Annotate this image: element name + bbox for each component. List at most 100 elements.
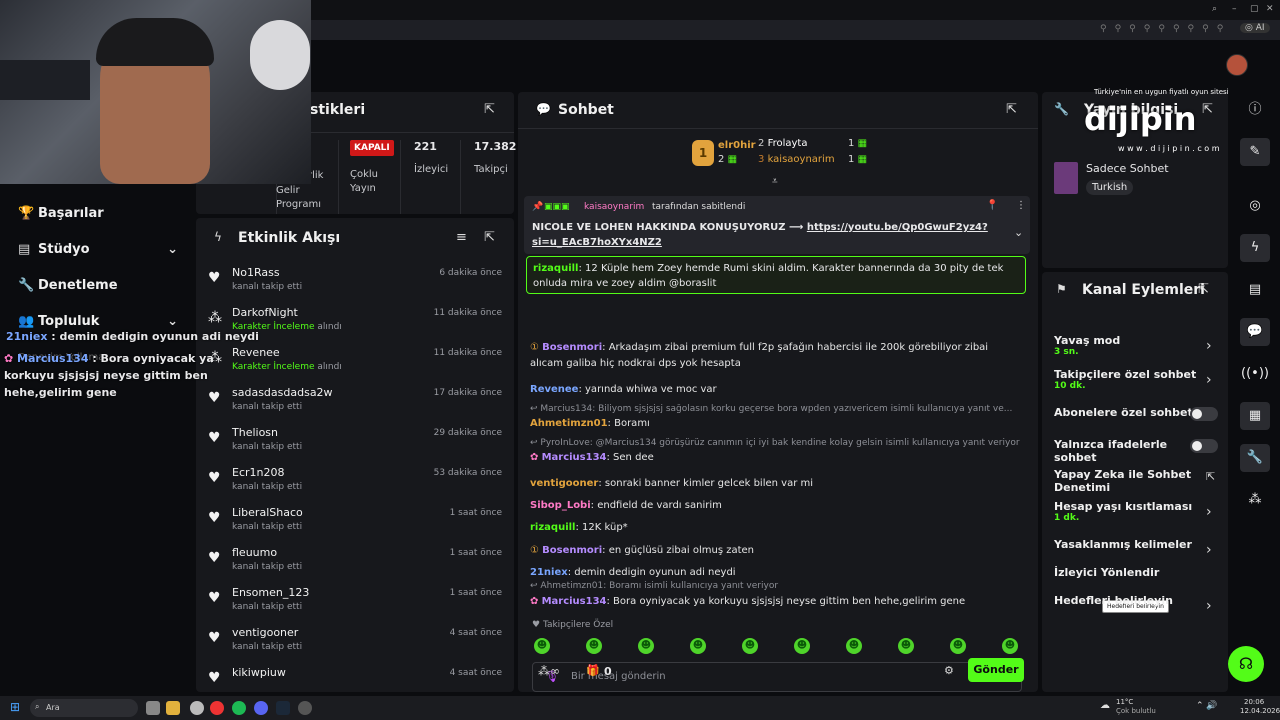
activity-row[interactable]: ♥ sadasdasdadsa2w kanalı takip etti 17 daki… (196, 382, 514, 422)
emote-icon[interactable]: ☻ (742, 638, 758, 654)
activity-user[interactable]: Theliosn (232, 426, 278, 439)
layout-icon[interactable]: ▦ (1240, 402, 1270, 430)
activity-user[interactable]: kikiwpiuw (232, 666, 286, 679)
popout-icon[interactable]: ⇱ (484, 102, 495, 117)
broadcast-icon[interactable]: ((•)) (1240, 360, 1270, 388)
chat-message[interactable]: 21niex: demin dedigin oyunun adi neydi (530, 565, 1020, 581)
chat-message[interactable]: ventigooner: sonraki banner kimler gelce… (530, 476, 1020, 492)
gift-box-icon[interactable]: 🎁 (586, 664, 600, 677)
info-icon[interactable]: ⓘ (1240, 96, 1270, 124)
steam-icon[interactable] (276, 701, 290, 715)
nav-item-achievements[interactable]: 🏆 Başarılar (18, 206, 178, 221)
emote-icon[interactable]: ☻ (690, 638, 706, 654)
target-icon[interactable]: ◎ (1240, 192, 1270, 220)
activity-row[interactable]: ♥ kikiwpiuw 4 saat önce (196, 662, 514, 692)
ai-button[interactable]: ◎ AI (1240, 23, 1270, 33)
community-icon[interactable]: ⁂ (1240, 486, 1270, 514)
extension-icons[interactable]: ⚲⚲⚲⚲⚲⚲⚲⚲⚲ (1100, 24, 1231, 34)
chevron-right-icon[interactable]: › (1206, 542, 1212, 558)
chat-message[interactable]: ✿ Marcius134: Sen dee (530, 450, 1020, 466)
nav-item-community[interactable]: 👥 Topluluk ⌄ (18, 314, 178, 329)
close-icon[interactable]: ✕ (1266, 4, 1274, 14)
restore-icon[interactable]: ▢ (1250, 4, 1259, 14)
emote-icon[interactable]: ☻ (586, 638, 602, 654)
activity-user[interactable]: Ensomen_123 (232, 586, 309, 599)
nav-item-moderation[interactable]: 🔧 Denetleme (18, 278, 178, 293)
taskbar-search[interactable]: ⌕ Ara (30, 699, 138, 717)
edit-icon[interactable]: ✎ (1240, 138, 1270, 166)
channel-action-row[interactable]: İzleyici Yönlendir (1054, 566, 1218, 579)
leader-name[interactable]: elr0hir (718, 140, 756, 151)
activity-row[interactable]: ♥ Theliosn kanalı takip etti 29 dakika önce (196, 422, 514, 462)
category-name[interactable]: Sadece Sohbet (1086, 162, 1169, 175)
activity-user[interactable]: sadasdasdadsa2w (232, 386, 333, 399)
chat-message[interactable]: Revenee: yarında whiwa ve moc var (530, 382, 1020, 398)
activity-row[interactable]: ♥ No1Rass kanalı takip etti 6 dakika önce (196, 262, 514, 302)
popout-icon[interactable]: ⇱ (484, 230, 495, 245)
lightning-icon[interactable]: ϟ (1240, 234, 1270, 262)
chat-message[interactable]: ✿ Marcius134: Bora oyniyacak ya korkuyu … (530, 594, 1020, 610)
activity-user[interactable]: DarkofNight (232, 306, 298, 319)
emote-icon[interactable]: ☻ (534, 638, 550, 654)
highlighted-message[interactable]: rizaquill: 12 Küple hem Zoey hemde Rumi … (526, 256, 1026, 294)
minimize-icon[interactable]: – (1232, 4, 1237, 14)
opera-icon[interactable] (210, 701, 224, 715)
activity-row[interactable]: ♥ Ecr1n208 kanalı takip etti 53 dakika önce (196, 462, 514, 502)
send-button[interactable]: Gönder (968, 658, 1024, 682)
windows-start-icon[interactable]: ⊞ (10, 700, 20, 714)
popout-icon[interactable]: ⇱ (1006, 102, 1017, 117)
filter-icon[interactable]: ≡ (456, 230, 467, 245)
reply-context[interactable]: ↩ Marcius134: Biliyom sjsjsjsj sağolasın… (530, 404, 1020, 414)
chevron-right-icon[interactable]: › (1206, 338, 1212, 354)
support-button[interactable]: ☊ (1228, 646, 1264, 682)
unpin-icon[interactable]: 📍 (986, 200, 998, 211)
settings-icon[interactable] (190, 701, 204, 715)
emote-icon[interactable]: ☻ (794, 638, 810, 654)
chat-message[interactable]: rizaquill: 12K küp* (530, 520, 1020, 536)
reply-context[interactable]: ↩ PyroInLove: @Marcius134 görüşürüz canı… (530, 438, 1020, 448)
chat-icon[interactable]: 💬 (1240, 318, 1270, 346)
emote-icon[interactable]: ☻ (1002, 638, 1018, 654)
task-view-icon[interactable] (146, 701, 160, 715)
chevron-right-icon[interactable]: › (1206, 504, 1212, 520)
toggle-switch[interactable] (1190, 439, 1218, 453)
settings-icon[interactable]: ⚙ (944, 664, 954, 677)
activity-row[interactable]: ♥ ventigooner kanalı takip etti 4 saat önce (196, 622, 514, 662)
activity-user[interactable]: fleuumo (232, 546, 277, 559)
activity-row[interactable]: ⁂ Revenee Karakter İnceleme alındı 11 dakik… (196, 342, 514, 382)
discord-icon[interactable] (254, 701, 268, 715)
channel-action-row[interactable]: Yapay Zeka ile Sohbet Denetimi (1054, 468, 1218, 494)
more-icon[interactable]: ⋮ (1016, 200, 1026, 211)
activity-row[interactable]: ♥ fleuumo kanalı takip etti 1 saat önce (196, 542, 514, 582)
emote-icon[interactable]: ☻ (846, 638, 862, 654)
activity-row[interactable]: ♥ LiberalShaco kanalı takip etti 1 saat önc… (196, 502, 514, 542)
activity-user[interactable]: ventigooner (232, 626, 298, 639)
chevron-right-icon[interactable]: › (1206, 598, 1212, 614)
emote-icon[interactable]: ☻ (898, 638, 914, 654)
avatar[interactable] (1226, 54, 1248, 76)
chevron-right-icon[interactable]: › (1206, 372, 1212, 388)
nav-item-studio[interactable]: ▤ Stüdyo ⌄ (18, 242, 178, 257)
emote-icon[interactable]: ☻ (638, 638, 654, 654)
points-icon[interactable]: ⁂∞ (538, 664, 560, 678)
chat-message[interactable]: ① Bosenmori: Arkadaşım zibai premium ful… (530, 340, 1020, 372)
channel-action-row[interactable]: Hedefleri belirleyin (1054, 594, 1218, 607)
pinned-by-user[interactable]: kaisaoynarim (584, 202, 644, 212)
document-icon[interactable]: ▤ (1240, 276, 1270, 304)
obs-icon[interactable] (298, 701, 312, 715)
emote-icon[interactable]: ☻ (950, 638, 966, 654)
external-link-icon[interactable]: ⇱ (1206, 470, 1215, 483)
collapse-icon[interactable]: ⩡ (772, 176, 778, 187)
search-icon[interactable]: ⌕ (1212, 4, 1217, 14)
popout-icon[interactable]: ⇱ (1198, 282, 1209, 297)
activity-user[interactable]: LiberalShaco (232, 506, 303, 519)
activity-user[interactable]: Ecr1n208 (232, 466, 285, 479)
channel-action-row[interactable]: Yasaklanmış kelimeler (1054, 538, 1218, 551)
channel-action-row[interactable]: Takipçilere özel sohbet 10 dk. (1054, 368, 1218, 391)
tray-icons[interactable]: ⌃ 🔊 (1196, 701, 1218, 711)
explorer-icon[interactable] (166, 701, 180, 715)
activity-user[interactable]: No1Rass (232, 266, 280, 279)
chat-message[interactable]: ① Bosenmori: en güçlüsü zibai olmuş zate… (530, 543, 1020, 559)
channel-action-row[interactable]: Yavaş mod 3 sn. (1054, 334, 1218, 357)
chat-message[interactable]: Sibop_Lobi: endfield de vardı sanirim (530, 498, 1020, 514)
